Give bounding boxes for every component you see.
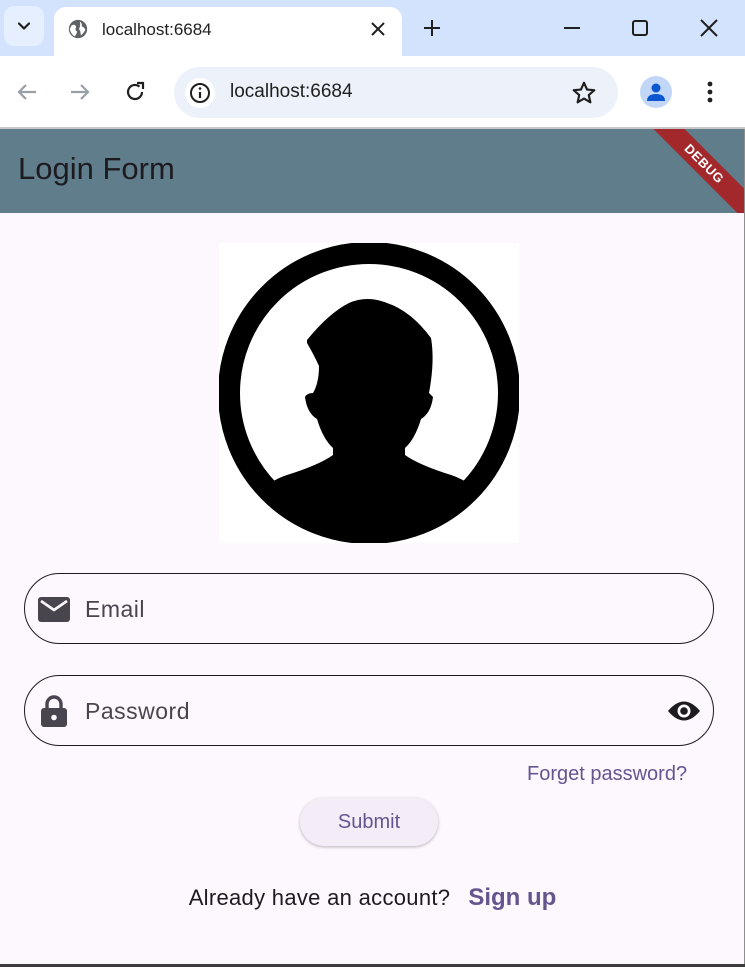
forgot-password-link[interactable]: Forget password? (527, 763, 687, 786)
globe-icon (68, 19, 88, 39)
maximize-button[interactable] (626, 14, 654, 42)
visibility-toggle-icon[interactable] (667, 695, 701, 727)
submit-button[interactable]: Submit (300, 798, 438, 846)
password-input[interactable] (85, 693, 645, 729)
address-bar[interactable]: localhost:6684 (174, 67, 618, 118)
info-icon (190, 83, 210, 103)
chevron-down-icon (17, 22, 31, 30)
page-title: Login Form (18, 151, 175, 186)
back-button[interactable] (10, 75, 44, 109)
password-field[interactable] (24, 675, 714, 746)
close-icon (700, 19, 718, 37)
email-field[interactable] (24, 573, 714, 644)
signup-link[interactable]: Sign up (468, 884, 556, 912)
browser-tabstrip: localhost:6684 (0, 0, 745, 56)
tab-search-button[interactable] (4, 6, 44, 46)
maximize-icon (632, 20, 648, 36)
tab-close-button[interactable] (366, 17, 390, 41)
profile-icon (647, 83, 665, 101)
bookmark-button[interactable] (570, 79, 598, 107)
forward-button[interactable] (63, 75, 97, 109)
minimize-icon (564, 27, 580, 29)
profile-button[interactable] (640, 76, 672, 108)
back-icon (17, 84, 36, 100)
site-info-button[interactable] (185, 78, 215, 108)
mail-icon (38, 594, 70, 624)
star-icon (572, 81, 596, 104)
more-vert-icon (707, 81, 713, 103)
avatar (219, 243, 519, 543)
tab-title: localhost:6684 (102, 20, 212, 39)
signup-row: Already have an account? Sign up (0, 884, 745, 912)
browser-menu-button[interactable] (696, 78, 724, 106)
browser-tab[interactable]: localhost:6684 (54, 7, 402, 56)
email-input[interactable] (85, 591, 645, 627)
reload-button[interactable] (118, 75, 152, 109)
forward-icon (71, 84, 90, 100)
browser-toolbar: localhost:6684 (0, 56, 745, 128)
app-bar: Login Form DEBUG (0, 129, 745, 213)
debug-banner: DEBUG (643, 129, 745, 213)
close-icon (371, 22, 385, 36)
close-window-button[interactable] (695, 14, 723, 42)
url-text: localhost:6684 (230, 81, 353, 102)
lock-icon (38, 695, 70, 727)
signup-prompt: Already have an account? (188, 885, 451, 910)
reload-icon (126, 81, 145, 101)
plus-icon (424, 20, 440, 36)
new-tab-button[interactable] (418, 14, 446, 42)
minimize-button[interactable] (558, 14, 586, 42)
